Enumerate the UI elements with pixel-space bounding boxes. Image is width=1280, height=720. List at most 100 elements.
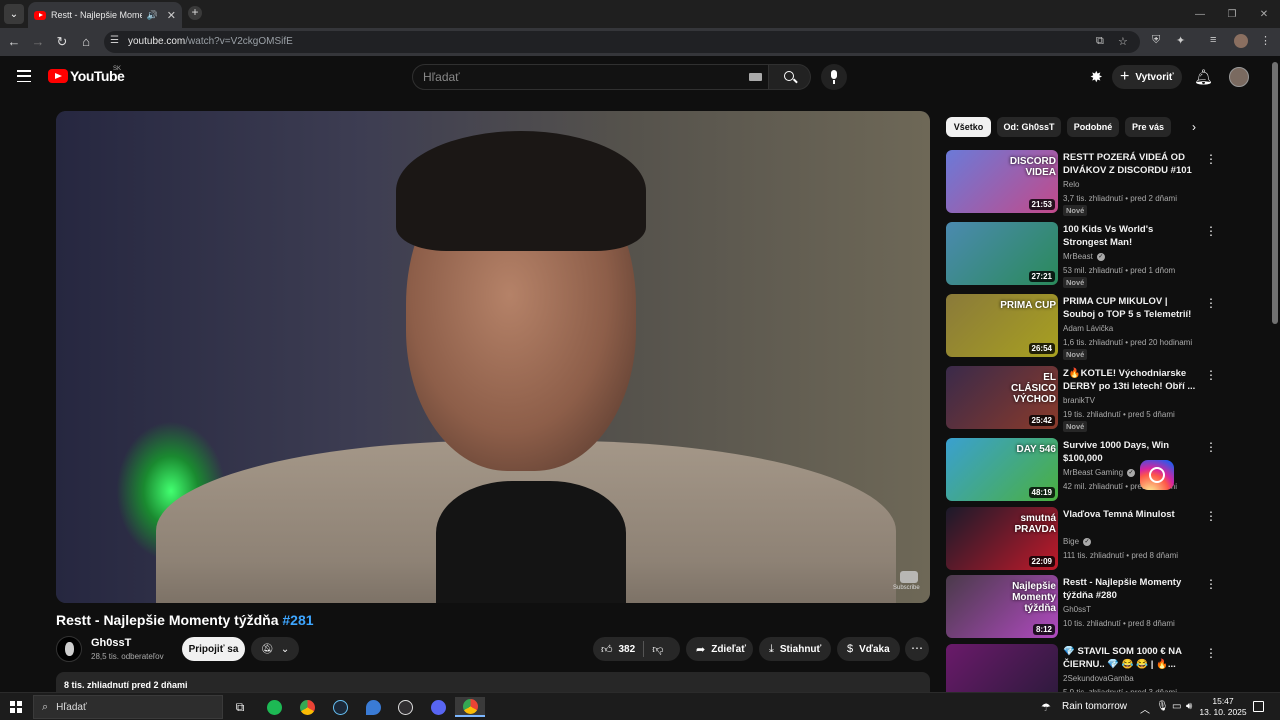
weather-text[interactable]: Rain tomorrow	[1062, 701, 1127, 712]
browser-tab-active[interactable]: Restt - Najlepšie Momenty týždňa #281 - …	[28, 2, 182, 28]
youtube-logo-icon[interactable]	[48, 69, 68, 83]
minimize-icon[interactable]: —	[1184, 0, 1216, 28]
recommendation-channel[interactable]: Adam Lávička	[1063, 324, 1113, 333]
recommendation-channel[interactable]: MrBeast ✓	[1063, 252, 1105, 261]
shield-icon[interactable]: ⛨	[1152, 34, 1160, 47]
bookmark-star-icon[interactable]: ☆	[1118, 35, 1128, 48]
recommendation-title[interactable]: 100 Kids Vs World's Strongest Man!	[1063, 223, 1199, 249]
keyboard-icon[interactable]	[749, 73, 762, 81]
download-button[interactable]: ⤓ Stiahnuť	[759, 637, 831, 661]
video-thumbnail[interactable]: Najlepšie Momenty týždňa 8:12	[946, 575, 1058, 638]
ai-sparkle-icon[interactable]: ✸	[1090, 68, 1103, 86]
video-thumbnail[interactable]: smutná PRAVDA 22:09	[946, 507, 1058, 570]
app-drop-icon[interactable]	[363, 697, 383, 717]
close-window-icon[interactable]: ✕	[1248, 0, 1280, 28]
recommendation-channel[interactable]: Bige ✓	[1063, 537, 1092, 546]
cast-icon[interactable]: ⧉	[1096, 35, 1104, 48]
recommendation-item[interactable]: Najlepšie Momenty týždňa 8:12 Restt - Najl…	[946, 575, 1226, 641]
video-thumbnail[interactable]: EL CLÁSICO VÝCHOD 25:42	[946, 366, 1058, 429]
taskbar-search[interactable]: ⌕ Hľadať	[33, 695, 223, 719]
channel-name[interactable]: Gh0ssT	[91, 637, 131, 649]
volume-icon[interactable]: 🔊︎	[1186, 701, 1192, 712]
reading-list-icon[interactable]: ≡	[1210, 34, 1216, 46]
notification-settings-button[interactable]: 🔕︎ ⌄	[251, 637, 299, 661]
recommendation-channel[interactable]: 2SekundovaGamba	[1063, 674, 1134, 683]
video-hashtag[interactable]: #281	[282, 612, 313, 628]
recommendation-channel[interactable]: Gh0ssT	[1063, 605, 1091, 614]
home-icon[interactable]: ⌂	[78, 34, 94, 50]
recommendation-channel[interactable]: MrBeast Gaming ✓	[1063, 468, 1136, 477]
create-button[interactable]: + Vytvoriť	[1112, 65, 1182, 89]
recommendation-item[interactable]: DAY 546 48:19 Survive 1000 Days, Win $100,…	[946, 438, 1226, 504]
notification-center-icon[interactable]	[1253, 701, 1264, 712]
notifications-bell-icon[interactable]: 🔔︎	[1194, 68, 1213, 86]
voice-search-mic-icon[interactable]	[821, 64, 847, 90]
video-player[interactable]: Subscribe	[56, 111, 930, 603]
extensions-icon[interactable]: ✦	[1176, 34, 1185, 47]
thanks-button[interactable]: $ Vďaka	[837, 637, 900, 661]
more-vertical-icon[interactable]: ⋮	[1205, 152, 1217, 166]
chevron-right-icon[interactable]: ›	[1192, 120, 1196, 134]
more-vertical-icon[interactable]: ⋮	[1205, 440, 1217, 454]
browser-menu-icon[interactable]: ⋮	[1260, 34, 1271, 47]
more-vertical-icon[interactable]: ⋮	[1205, 224, 1217, 238]
thumbs-down-icon[interactable]: 👎︎	[652, 643, 663, 656]
recommendation-item[interactable]: DISCORD VIDEA 21:53 RESTT POZERÁ VIDEÁ OD …	[946, 150, 1226, 216]
video-thumbnail[interactable]: DAY 546 48:19	[946, 438, 1058, 501]
more-vertical-icon[interactable]: ⋮	[1205, 296, 1217, 310]
recommendation-item[interactable]: smutná PRAVDA 22:09 Vlaďova Temná Minulost…	[946, 507, 1226, 573]
more-actions-button[interactable]: ⋯	[905, 637, 929, 661]
restore-icon[interactable]: ❐	[1216, 0, 1248, 28]
close-tab-icon[interactable]: ✕	[167, 9, 176, 22]
weather-rain-icon[interactable]: ☂	[1041, 701, 1051, 714]
task-view-icon[interactable]: ⧉	[230, 697, 250, 717]
recommendation-title[interactable]: Survive 1000 Days, Win $100,000	[1063, 439, 1199, 465]
tray-chevron-up-icon[interactable]: ︿	[1140, 701, 1150, 716]
chip-all[interactable]: Všetko	[946, 117, 991, 137]
search-input[interactable]	[423, 69, 723, 85]
chrome-active-icon[interactable]	[455, 697, 485, 717]
windows-start-icon[interactable]	[10, 701, 22, 713]
recommendation-title[interactable]: PRIMA CUP MIKULOV | Souboj o TOP 5 s Tel…	[1063, 295, 1199, 321]
video-thumbnail[interactable]: 27:21	[946, 222, 1058, 285]
steam-icon[interactable]	[330, 697, 350, 717]
hamburger-menu-icon[interactable]	[17, 70, 31, 82]
recommendation-item[interactable]: 27:21 100 Kids Vs World's Strongest Man! M…	[946, 222, 1226, 288]
new-tab-button[interactable]: +	[188, 6, 202, 20]
more-vertical-icon[interactable]: ⋮	[1205, 509, 1217, 523]
more-vertical-icon[interactable]: ⋮	[1205, 577, 1217, 591]
url-text[interactable]: youtube.com/watch?v=V2ckgOMSifE	[128, 36, 293, 47]
chip-for-you[interactable]: Pre vás	[1125, 117, 1171, 137]
microphone-icon[interactable]: 🎙︎	[1156, 701, 1169, 712]
search-button[interactable]	[769, 64, 811, 90]
subscribe-watermark-icon[interactable]	[900, 571, 918, 583]
recommendation-item[interactable]: PRIMA CUP 26:54 PRIMA CUP MIKULOV | Souboj…	[946, 294, 1226, 360]
channel-avatar[interactable]	[56, 636, 82, 662]
page-scrollbar[interactable]	[1272, 62, 1278, 324]
back-arrow-icon[interactable]: ←	[6, 34, 22, 50]
recommendation-item[interactable]: EL CLÁSICO VÝCHOD 25:42 Z🔥KOTLE! Východnia…	[946, 366, 1226, 432]
browser-profile-avatar[interactable]	[1234, 34, 1248, 48]
chip-from-channel[interactable]: Od: Gh0ssT	[997, 117, 1061, 137]
recommendation-channel[interactable]: Relo	[1063, 180, 1079, 189]
recommendation-title[interactable]: Z🔥KOTLE! Východniarske DERBY po 13ti let…	[1063, 367, 1199, 393]
forward-arrow-icon[interactable]: →	[30, 34, 46, 50]
recommendation-title[interactable]: 💎 STAVIL SOM 1000 € NA ČIERNU.. 💎 😂 😂 | …	[1063, 645, 1199, 671]
address-bar[interactable]: ☰ youtube.com/watch?v=V2ckgOMSifE ⧉ ☆	[104, 31, 1140, 53]
share-button[interactable]: ➦ Zdieľať	[686, 637, 753, 661]
recommendation-title[interactable]: RESTT POZERÁ VIDEÁ OD DIVÁKOV Z DISCORDU…	[1063, 151, 1199, 177]
discord-icon[interactable]	[428, 697, 448, 717]
reload-icon[interactable]: ↻	[54, 34, 70, 50]
chrome-icon[interactable]	[297, 697, 317, 717]
subscribe-button[interactable]: Pripojiť sa	[182, 637, 245, 661]
recommendation-channel[interactable]: branikTV	[1063, 396, 1095, 405]
more-vertical-icon[interactable]: ⋮	[1205, 646, 1217, 660]
speaker-icon[interactable]: 🔊	[147, 10, 158, 21]
recommendation-title[interactable]: Vlaďova Temná Minulost	[1063, 508, 1199, 521]
more-vertical-icon[interactable]: ⋮	[1205, 368, 1217, 382]
like-count[interactable]: 382	[619, 644, 636, 655]
network-icon[interactable]: ▭	[1172, 701, 1181, 712]
site-info-icon[interactable]: ☰	[110, 35, 119, 46]
video-thumbnail[interactable]: DISCORD VIDEA 21:53	[946, 150, 1058, 213]
spotify-icon[interactable]	[264, 697, 284, 717]
